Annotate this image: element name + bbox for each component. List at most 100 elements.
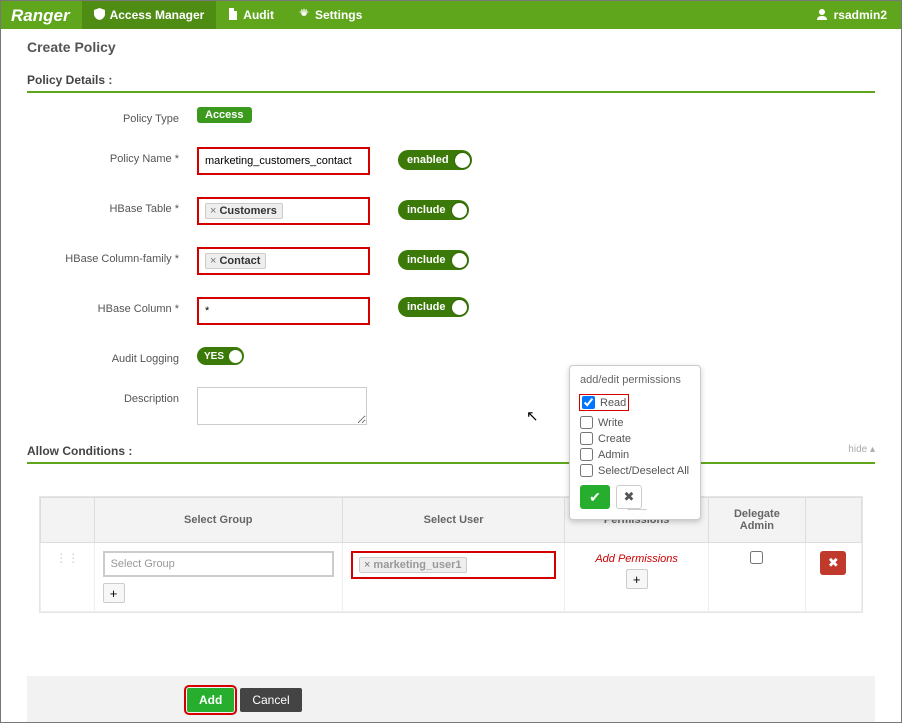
tag-hbase-table[interactable]: × Customers: [205, 203, 283, 219]
perm-write-checkbox[interactable]: [580, 416, 593, 429]
policy-name-input-wrap[interactable]: [197, 147, 370, 175]
audit-toggle[interactable]: YES: [197, 347, 244, 365]
add-permissions-link[interactable]: Add Permissions: [595, 553, 678, 565]
delegate-admin-checkbox[interactable]: [750, 551, 763, 564]
nav-access-manager[interactable]: Access Manager: [82, 1, 217, 29]
perm-label: Write: [598, 417, 623, 429]
table-row: ⋮⋮ Select Group +: [41, 543, 862, 612]
label-hbase-col: HBase Column *: [27, 297, 197, 315]
toggle-knob: [455, 153, 470, 168]
row-policy-name: Policy Name * enabled: [27, 147, 875, 175]
tag-remove-icon[interactable]: ×: [210, 255, 216, 267]
nav-settings[interactable]: Settings: [286, 1, 374, 29]
page-content: Create Policy Policy Details : Policy Ty…: [1, 29, 901, 625]
tag-text: Contact: [219, 255, 260, 267]
perm-label: Read: [600, 397, 626, 409]
include-toggle-col[interactable]: include: [398, 297, 469, 317]
tag-text: Customers: [219, 205, 276, 217]
check-icon: ✔: [589, 489, 601, 505]
perm-label: Admin: [598, 449, 629, 461]
perm-all-row[interactable]: Select/Deselect All: [580, 464, 690, 477]
perm-write-row[interactable]: Write: [580, 416, 690, 429]
perm-create-row[interactable]: Create: [580, 432, 690, 445]
gear-icon: [298, 8, 310, 23]
shield-icon: [94, 8, 105, 23]
row-policy-type: Policy Type Access: [27, 107, 875, 125]
app-window: Ranger Access Manager Audit Settings rsa…: [0, 0, 902, 723]
toggle-label: include: [407, 204, 446, 216]
conditions-table: Select Group Select User Permissions Del…: [39, 496, 863, 613]
hbase-cf-input[interactable]: × Contact: [197, 247, 370, 275]
nav-label: Audit: [243, 8, 274, 22]
section-divider: [27, 462, 875, 464]
include-toggle-table[interactable]: include: [398, 200, 469, 220]
tag-remove-icon[interactable]: ×: [364, 559, 370, 571]
chevron-up-icon: ▴: [870, 444, 875, 455]
popover-cancel-button[interactable]: ✖: [616, 485, 642, 509]
drag-handle[interactable]: ⋮⋮: [41, 543, 95, 612]
policy-type-badge: Access: [197, 107, 252, 123]
perm-label: Create: [598, 433, 631, 445]
enabled-toggle[interactable]: enabled: [398, 150, 472, 170]
row-description: Description: [27, 387, 875, 428]
footer-strip: Add Cancel: [27, 676, 875, 722]
popover-title: add/edit permissions: [580, 374, 690, 386]
row-audit: Audit Logging YES: [27, 347, 875, 365]
perm-read-row[interactable]: Read: [580, 395, 628, 410]
tag-hbase-cf[interactable]: × Contact: [205, 253, 266, 269]
add-group-button[interactable]: +: [103, 583, 125, 603]
cancel-button[interactable]: Cancel: [240, 688, 301, 712]
add-permission-button[interactable]: +: [626, 569, 648, 589]
description-textarea[interactable]: [197, 387, 367, 425]
tag-text: marketing_user1: [373, 559, 461, 571]
hbase-table-input[interactable]: × Customers: [197, 197, 370, 225]
label-policy-name: Policy Name *: [27, 147, 197, 165]
hbase-col-field[interactable]: [205, 305, 362, 317]
toggle-knob: [452, 203, 467, 218]
label-description: Description: [27, 387, 197, 405]
select-user-input[interactable]: × marketing_user1: [351, 551, 556, 579]
row-hbase-table: HBase Table * × Customers include: [27, 197, 875, 225]
delete-row-button[interactable]: ✖: [820, 551, 846, 575]
select-group-input[interactable]: Select Group: [103, 551, 334, 577]
label-hbase-table: HBase Table *: [27, 197, 197, 215]
top-nav: Ranger Access Manager Audit Settings rsa…: [1, 1, 901, 29]
page-title: Create Policy: [27, 39, 875, 55]
perm-read-checkbox[interactable]: [582, 396, 595, 409]
close-icon: ✖: [624, 489, 635, 504]
add-button[interactable]: Add: [187, 688, 234, 712]
perm-admin-row[interactable]: Admin: [580, 448, 690, 461]
allow-title: Allow Conditions :: [27, 444, 875, 458]
nav-audit[interactable]: Audit: [216, 1, 286, 29]
include-toggle-cf[interactable]: include: [398, 250, 469, 270]
tag-remove-icon[interactable]: ×: [210, 205, 216, 217]
th-select-group: Select Group: [94, 498, 342, 543]
hide-link[interactable]: hide ▴: [848, 444, 875, 455]
close-icon: ✖: [828, 555, 839, 570]
policy-name-input[interactable]: [205, 155, 362, 167]
perm-all-checkbox[interactable]: [580, 464, 593, 477]
section-divider: [27, 91, 875, 93]
label-hbase-cf: HBase Column-family *: [27, 247, 197, 265]
allow-conditions-section: hide ▴ Allow Conditions : Select Group S…: [27, 444, 875, 625]
toggle-knob: [229, 350, 242, 363]
user-icon: [816, 8, 828, 23]
document-icon: [228, 8, 238, 23]
tag-user[interactable]: × marketing_user1: [359, 557, 467, 573]
nav-label: Access Manager: [110, 8, 205, 22]
permissions-popover: add/edit permissions Read Write Create A…: [569, 365, 701, 520]
brand-logo: Ranger: [1, 1, 82, 29]
perm-create-checkbox[interactable]: [580, 432, 593, 445]
row-hbase-cf: HBase Column-family * × Contact include: [27, 247, 875, 275]
hbase-col-input[interactable]: [197, 297, 370, 325]
popover-confirm-button[interactable]: ✔: [580, 485, 610, 509]
policy-details-title: Policy Details :: [27, 73, 875, 87]
perm-admin-checkbox[interactable]: [580, 448, 593, 461]
user-menu[interactable]: rsadmin2: [816, 1, 901, 29]
toggle-label: include: [407, 301, 446, 313]
nav-label: Settings: [315, 8, 362, 22]
th-delegate-admin: Delegate Admin: [709, 498, 806, 543]
label-policy-type: Policy Type: [27, 107, 197, 125]
th-select-user: Select User: [342, 498, 564, 543]
toggle-label: include: [407, 254, 446, 266]
